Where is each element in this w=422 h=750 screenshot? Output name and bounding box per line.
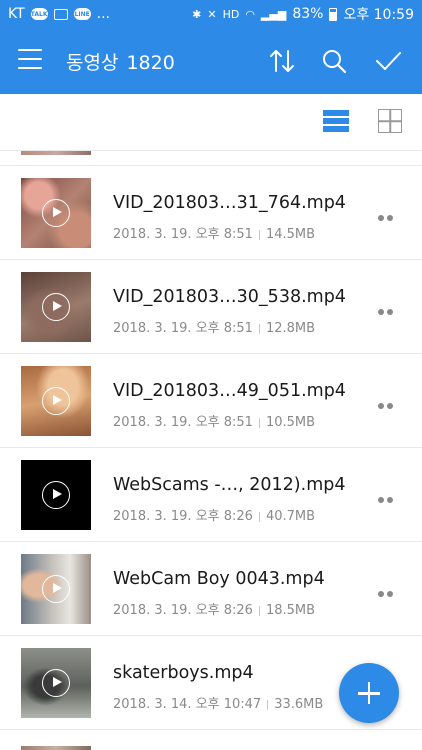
file-meta: 2018. 3. 19. 오후 8:51 12.8MB: [113, 317, 315, 336]
file-meta: 2018. 3. 19. 오후 8:51 14.5MB: [113, 223, 315, 242]
status-bar-left: KT TALK LINE ...: [8, 6, 110, 22]
list-view-icon[interactable]: [323, 110, 349, 134]
wifi-icon: ◠: [245, 7, 255, 21]
file-meta: 2018. 3. 19. 오후 8:26 18.5MB: [113, 599, 315, 618]
list-item[interactable]: WebCam Boy 0043.mp4 2018. 3. 19. 오후 8:26…: [0, 542, 422, 636]
file-name: VID_201803…30_538.mp4: [113, 287, 346, 307]
list-item[interactable]: VID_201803…49_051.mp4 2018. 3. 19. 오후 8:…: [0, 354, 422, 448]
play-icon: [42, 199, 70, 227]
video-thumbnail: [21, 366, 91, 436]
mute-icon: ✕: [207, 7, 217, 21]
more-options-icon[interactable]: [378, 206, 400, 221]
list-item[interactable]: WebScams -…, 2012).mp4 2018. 3. 19. 오후 8…: [0, 448, 422, 542]
title-label: 동영상: [66, 52, 119, 74]
video-thumbnail: [21, 648, 91, 718]
more-notifications: ...: [96, 6, 111, 22]
file-name: WebCam Boy 0043.mp4: [113, 569, 325, 589]
search-icon[interactable]: [319, 46, 349, 76]
clock: 오후 10:59: [343, 7, 414, 23]
menu-icon[interactable]: [18, 49, 42, 71]
play-icon: [42, 293, 70, 321]
play-icon: [42, 387, 70, 415]
file-size: 12.8MB: [265, 321, 316, 336]
status-bar-right: ✱ ✕ HD ◠ ▂▄▆ 83% 오후 10:59: [192, 4, 414, 24]
meta-divider: [258, 511, 260, 522]
status-bar: KT TALK LINE ... ✱ ✕ HD ◠ ▂▄▆ 83% 오후 10:…: [0, 0, 422, 28]
signal-icon: ▂▄▆: [260, 7, 287, 21]
video-thumbnail: [21, 151, 91, 155]
file-date: 2018. 3. 19. 오후 8:51: [113, 227, 253, 242]
file-date: 2018. 3. 19. 오후 8:51: [113, 415, 253, 430]
file-name: VID_201803…49_051.mp4: [113, 381, 346, 401]
list-item-partial[interactable]: [0, 746, 422, 750]
file-size: 33.6MB: [274, 697, 324, 712]
more-options-icon[interactable]: [378, 394, 400, 409]
file-name: WebScams -…, 2012).mp4: [113, 475, 346, 495]
file-meta: 2018. 3. 19. 오후 8:51 10.5MB: [113, 411, 315, 430]
add-icon[interactable]: [339, 663, 399, 723]
video-thumbnail: [21, 746, 91, 750]
meta-divider: [258, 323, 260, 334]
image-notification-icon: [53, 8, 68, 20]
video-thumbnail: [21, 178, 91, 248]
file-meta: 2018. 3. 14. 오후 10:47 33.6MB: [113, 693, 323, 712]
more-options-icon[interactable]: [378, 488, 400, 503]
check-icon[interactable]: [373, 46, 403, 76]
file-list[interactable]: VID_201803…31_764.mp4 2018. 3. 19. 오후 8:…: [0, 151, 422, 750]
play-icon: [42, 669, 70, 697]
carrier-label: KT: [8, 6, 25, 22]
file-size: 40.7MB: [265, 509, 316, 524]
grid-view-icon[interactable]: [378, 109, 402, 133]
file-date: 2018. 3. 19. 오후 8:26: [113, 603, 253, 618]
meta-divider: [258, 605, 260, 616]
list-item-partial[interactable]: [0, 151, 422, 166]
file-name: VID_201803…31_764.mp4: [113, 193, 346, 213]
file-date: 2018. 3. 19. 오후 8:51: [113, 321, 253, 336]
play-icon: [42, 481, 70, 509]
view-toggle-bar: [0, 94, 422, 151]
list-item[interactable]: VID_201803…30_538.mp4 2018. 3. 19. 오후 8:…: [0, 260, 422, 354]
more-options-icon[interactable]: [378, 582, 400, 597]
item-count: 1820: [126, 52, 175, 74]
meta-divider: [267, 699, 269, 710]
file-date: 2018. 3. 19. 오후 8:26: [113, 509, 253, 524]
app-bar: 동영상 1820: [0, 28, 422, 94]
battery-icon: [329, 7, 338, 21]
battery-percent: 83%: [292, 6, 324, 22]
play-icon: [42, 575, 70, 603]
file-date: 2018. 3. 14. 오후 10:47: [113, 697, 262, 712]
page-title: 동영상 1820: [66, 48, 175, 75]
meta-divider: [258, 229, 260, 240]
file-size: 18.5MB: [265, 603, 316, 618]
list-item[interactable]: VID_201803…31_764.mp4 2018. 3. 19. 오후 8:…: [0, 166, 422, 260]
sort-icon[interactable]: [267, 46, 297, 76]
file-size: 14.5MB: [265, 227, 316, 242]
more-options-icon[interactable]: [378, 300, 400, 315]
talk-notification-icon: TALK: [30, 8, 48, 20]
file-meta: 2018. 3. 19. 오후 8:26 40.7MB: [113, 505, 315, 524]
bluetooth-icon: ✱: [192, 7, 202, 21]
video-thumbnail: [21, 460, 91, 530]
file-name: skaterboys.mp4: [113, 663, 254, 683]
hd-icon: HD: [222, 7, 240, 21]
meta-divider: [258, 417, 260, 428]
file-size: 10.5MB: [265, 415, 316, 430]
video-thumbnail: [21, 554, 91, 624]
line-notification-icon: LINE: [73, 8, 91, 20]
video-thumbnail: [21, 272, 91, 342]
